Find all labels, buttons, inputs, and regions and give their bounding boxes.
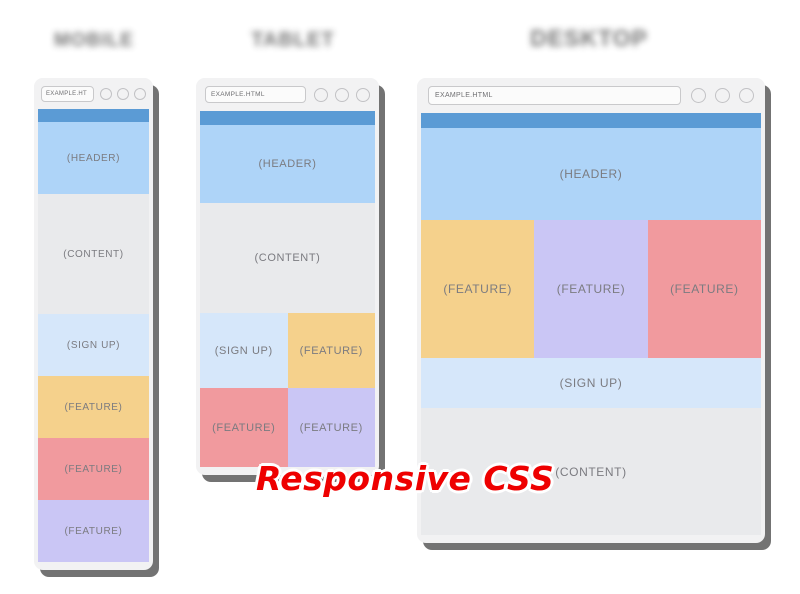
layout-block-feature-purple: (FEATURE) bbox=[38, 500, 149, 562]
section-title-mobile: MOBILE bbox=[54, 30, 134, 51]
layout-block-header: (HEADER) bbox=[421, 128, 761, 220]
site-topbar bbox=[38, 109, 149, 122]
layout-block-feature-red: (FEATURE) bbox=[200, 388, 288, 467]
layout-block-header: (HEADER) bbox=[38, 122, 149, 194]
wordmark-responsive-css: Responsive CSS bbox=[256, 459, 555, 498]
layout-block-feature-purple: (FEATURE) bbox=[534, 220, 648, 358]
window-dot-icon-2[interactable] bbox=[715, 88, 730, 103]
section-title-tablet: TABLET bbox=[251, 29, 335, 51]
layout-block-header: (HEADER) bbox=[200, 125, 375, 203]
url-text: EXAMPLE.HTML bbox=[211, 91, 265, 98]
device-mockup-tablet: EXAMPLE.HTML (HEADER) (CONTENT) (SIGN UP… bbox=[196, 78, 379, 475]
layout-block-content: (CONTENT) bbox=[38, 194, 149, 314]
layout-block-signup: (SIGN UP) bbox=[38, 314, 149, 376]
viewport-mobile: (HEADER) (CONTENT) (SIGN UP) (FEATURE) (… bbox=[38, 109, 149, 562]
layout-block-feature-orange: (FEATURE) bbox=[38, 376, 149, 438]
layout-block-feature-red: (FEATURE) bbox=[647, 220, 761, 358]
layout-block-content: (CONTENT) bbox=[200, 203, 375, 313]
window-dot-icon-1[interactable] bbox=[691, 88, 706, 103]
url-bar-tablet[interactable]: EXAMPLE.HTML bbox=[205, 86, 306, 103]
window-dot-icon-2[interactable] bbox=[335, 87, 349, 102]
layout-row-1: (SIGN UP) (FEATURE) bbox=[200, 313, 375, 388]
browser-chrome-desktop: EXAMPLE.HTML bbox=[417, 78, 765, 113]
site-topbar bbox=[200, 111, 375, 125]
layout-row-2: (FEATURE) (FEATURE) bbox=[200, 388, 375, 467]
browser-chrome-tablet: EXAMPLE.HTML bbox=[196, 78, 379, 111]
window-dot-icon-3[interactable] bbox=[356, 87, 370, 102]
browser-chrome-mobile: EXAMPLE.HT bbox=[34, 78, 153, 109]
window-controls-desktop bbox=[691, 88, 754, 103]
window-dot-icon-3[interactable] bbox=[739, 88, 754, 103]
window-dot-icon-2[interactable] bbox=[117, 87, 129, 100]
layout-row-features: (FEATURE) (FEATURE) (FEATURE) bbox=[421, 220, 761, 358]
window-controls-tablet bbox=[314, 87, 370, 102]
site-topbar bbox=[421, 113, 761, 128]
url-text: EXAMPLE.HT bbox=[46, 90, 88, 97]
window-dot-icon-3[interactable] bbox=[134, 87, 146, 100]
url-bar-mobile[interactable]: EXAMPLE.HT bbox=[41, 85, 94, 102]
layout-block-feature-orange: (FEATURE) bbox=[421, 220, 535, 358]
layout-block-feature-orange: (FEATURE) bbox=[287, 313, 375, 388]
layout-block-signup: (SIGN UP) bbox=[421, 358, 761, 408]
window-controls-mobile bbox=[100, 87, 146, 100]
section-title-desktop: DESKTOP bbox=[530, 25, 648, 51]
layout-block-feature-purple: (FEATURE) bbox=[287, 388, 375, 467]
responsive-css-diagram: MOBILE TABLET DESKTOP EXAMPLE.HT (HEADER… bbox=[0, 0, 800, 594]
url-bar-desktop[interactable]: EXAMPLE.HTML bbox=[428, 86, 681, 105]
layout-block-signup: (SIGN UP) bbox=[200, 313, 288, 388]
device-mockup-mobile: EXAMPLE.HT (HEADER) (CONTENT) (SIGN UP) … bbox=[34, 78, 153, 570]
layout-block-feature-red: (FEATURE) bbox=[38, 438, 149, 500]
url-text: EXAMPLE.HTML bbox=[435, 92, 493, 99]
window-dot-icon-1[interactable] bbox=[100, 87, 112, 100]
window-dot-icon-1[interactable] bbox=[314, 87, 328, 102]
viewport-tablet: (HEADER) (CONTENT) (SIGN UP) (FEATURE) (… bbox=[200, 111, 375, 467]
